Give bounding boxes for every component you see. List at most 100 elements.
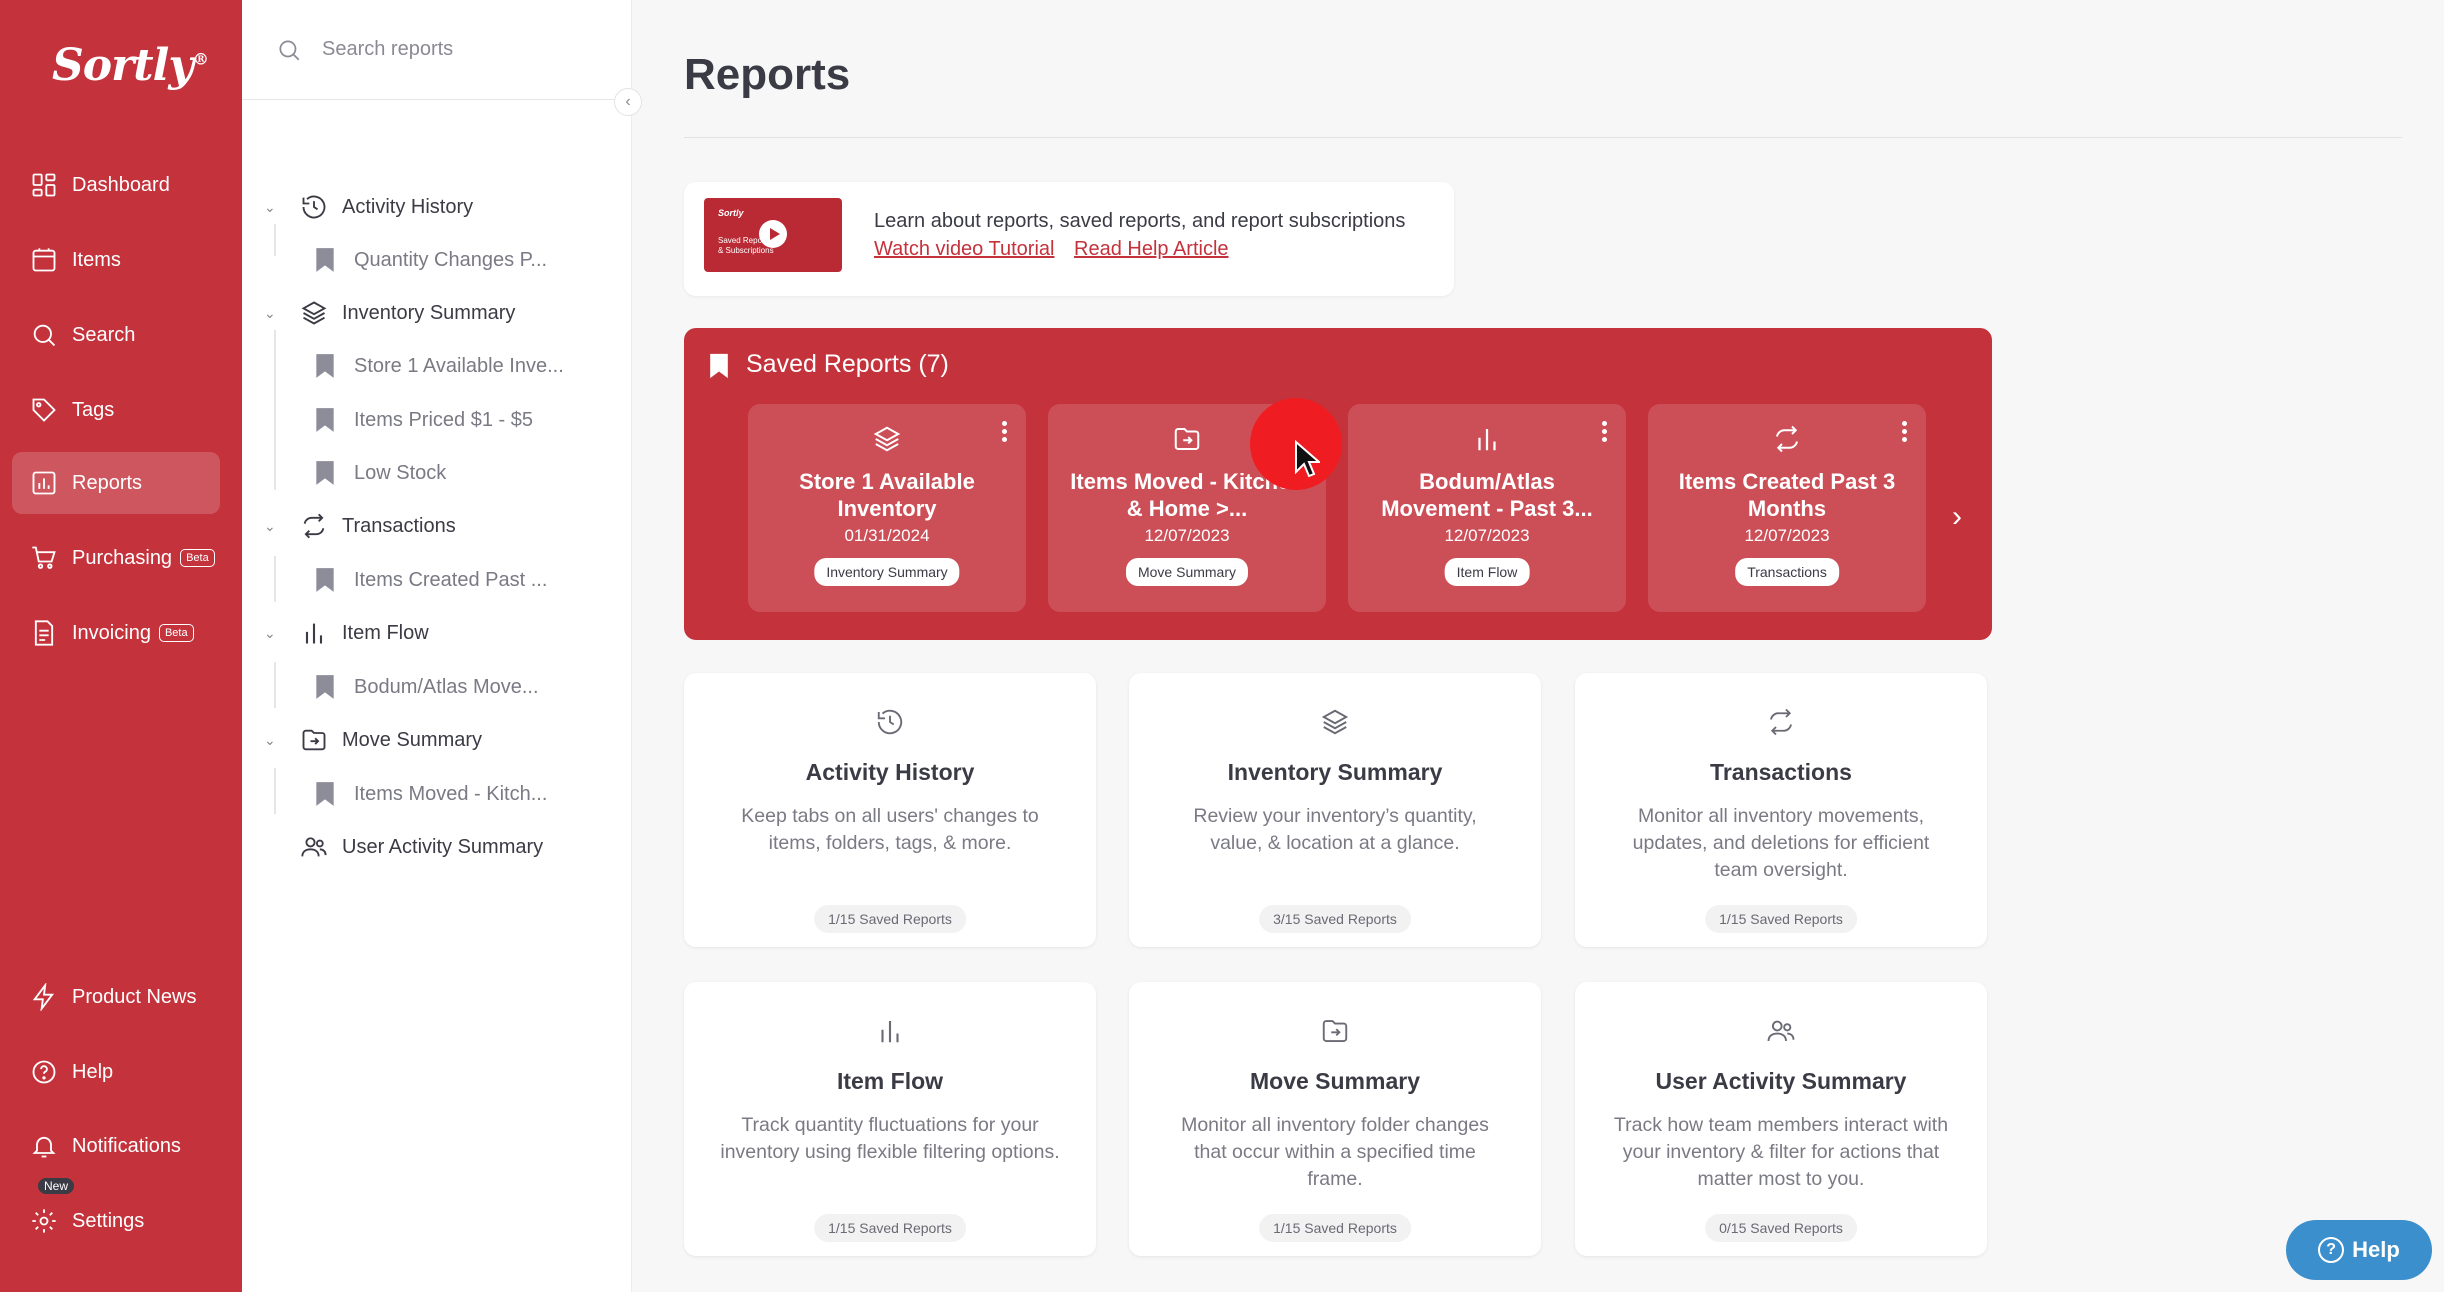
dashboard-icon (32, 173, 56, 197)
read-help-article-link[interactable]: Read Help Article (1074, 238, 1229, 260)
layers-icon (873, 426, 901, 452)
chevron-down-icon[interactable]: ⌄ (264, 518, 286, 535)
video-thumbnail[interactable]: Sortly Saved Reports & Subscriptions (704, 198, 842, 272)
nav-item-help[interactable]: Help (12, 1041, 220, 1103)
saved-report-name: Items Created Past 3 Months (1678, 469, 1896, 521)
collapse-sidebar-button[interactable]: ‹ (614, 88, 642, 116)
report-card-description: Keep tabs on all users' changes to items… (741, 805, 1039, 854)
saved-reports-heading: Saved Reports (7) (746, 350, 949, 378)
tree-group-user-activity-summary[interactable]: User Activity Summary (300, 833, 543, 861)
nav-item-tags[interactable]: Tags (12, 379, 220, 441)
beta-badge: Beta (180, 549, 215, 567)
help-button-label: Help (2352, 1237, 2400, 1262)
sortly-logo[interactable]: Sortly® (52, 40, 209, 91)
chevron-down-icon[interactable]: ⌄ (264, 732, 286, 749)
chevron-down-icon[interactable]: ⌄ (264, 625, 286, 642)
tree-item-saved-report[interactable]: Items Moved - Kitch... (314, 781, 547, 807)
beta-badge: Beta (158, 624, 194, 642)
transactions-icon (1776, 425, 1798, 453)
tree-group-label: Item Flow (342, 621, 429, 644)
more-options-icon[interactable] (1902, 418, 1908, 445)
reports-icon (32, 471, 56, 495)
tree-guide (274, 662, 276, 708)
nav-label: Items (72, 248, 121, 271)
saved-count-badge: 1/15 Saved Reports (1705, 905, 1857, 933)
nav-item-notifications[interactable]: Notifications (12, 1115, 220, 1177)
bar-chart-icon (1478, 429, 1496, 451)
help-icon (32, 1060, 56, 1084)
page-title: Reports (684, 50, 851, 99)
report-card-title: Activity History (805, 759, 975, 785)
saved-report-type-tag: Item Flow (1444, 558, 1530, 586)
tree-item-saved-report[interactable]: Quantity Changes P... (314, 247, 547, 273)
chevron-down-icon[interactable]: ⌄ (264, 199, 286, 216)
nav-item-dashboard[interactable]: Dashboard (12, 154, 220, 216)
nav-label: Notifications (72, 1134, 181, 1157)
report-card-title: Inventory Summary (1227, 759, 1443, 785)
gear-icon (32, 1209, 56, 1233)
tag-icon (32, 398, 56, 422)
nav-item-search[interactable]: Search (12, 304, 220, 366)
report-card-activity-history[interactable]: Activity History Keep tabs on all users'… (684, 673, 1096, 947)
more-options-icon[interactable] (1602, 418, 1608, 445)
tree-item-saved-report[interactable]: Items Created Past ... (314, 567, 547, 593)
saved-count-badge: 1/15 Saved Reports (1259, 1214, 1411, 1242)
bookmark-icon (316, 782, 334, 806)
tree-item-label: Low Stock (354, 461, 447, 484)
play-icon[interactable] (759, 220, 787, 248)
tree-item-label: Items Moved - Kitch... (354, 782, 548, 805)
tree-item-saved-report[interactable]: Bodum/Atlas Move... (314, 674, 539, 700)
tree-group-label: User Activity Summary (342, 835, 544, 858)
nav-item-invoicing[interactable]: Invoicing Beta (12, 602, 220, 664)
saved-count-badge: 0/15 Saved Reports (1705, 1214, 1857, 1242)
tree-group-label: Inventory Summary (342, 301, 516, 324)
chevron-right-icon[interactable]: › (1952, 500, 1962, 534)
watch-video-link[interactable]: Watch video Tutorial (874, 238, 1054, 260)
saved-report-card[interactable]: Bodum/Atlas Movement - Past 3... 12/07/2… (1348, 404, 1626, 612)
nav-item-product-news[interactable]: Product News (12, 966, 220, 1028)
thumbnail-brand: Sortly (718, 208, 744, 218)
report-card-user-activity-summary[interactable]: User Activity Summary Track how team mem… (1575, 982, 1987, 1256)
items-icon (32, 248, 56, 272)
report-card-transactions[interactable]: Transactions Monitor all inventory movem… (1575, 673, 1987, 947)
nav-item-settings[interactable]: Settings New (12, 1178, 220, 1252)
invoice-icon (34, 620, 54, 646)
bar-chart-icon (305, 623, 323, 644)
move-icon (1322, 1020, 1348, 1042)
tree-group-inventory-summary[interactable]: ⌄ Inventory Summary (264, 299, 515, 327)
layers-icon (301, 301, 327, 325)
report-card-item-flow[interactable]: Item Flow Track quantity fluctuations fo… (684, 982, 1096, 1256)
nav-item-purchasing[interactable]: Purchasing Beta (12, 527, 220, 589)
saved-report-date: 12/07/2023 (1144, 526, 1230, 545)
tutorial-banner: Sortly Saved Reports & Subscriptions Lea… (684, 182, 1454, 296)
tree-item-saved-report[interactable]: Store 1 Available Inve... (314, 353, 564, 379)
tree-search-bar (242, 0, 632, 100)
tree-group-move-summary[interactable]: ⌄ Move Summary (264, 726, 482, 754)
tree-group-label: Transactions (342, 514, 456, 537)
nav-label: Purchasing (72, 546, 173, 569)
help-chat-button[interactable]: ? Help (2286, 1220, 2432, 1280)
nav-item-reports[interactable]: Reports (12, 452, 220, 514)
chevron-down-icon[interactable]: ⌄ (264, 305, 286, 322)
saved-report-type-tag: Transactions (1735, 558, 1839, 586)
tree-group-item-flow[interactable]: ⌄ Item Flow (264, 619, 429, 647)
report-card-title: User Activity Summary (1655, 1068, 1907, 1094)
bookmark-icon (710, 353, 728, 379)
tree-item-saved-report[interactable]: Items Priced $1 - $5 (314, 407, 533, 433)
report-card-inventory-summary[interactable]: Inventory Summary Review your inventory’… (1129, 673, 1541, 947)
nav-label: Dashboard (72, 173, 170, 196)
tree-item-saved-report[interactable]: Low Stock (314, 460, 446, 486)
saved-report-card[interactable]: Items Created Past 3 Months 12/07/2023 T… (1648, 404, 1926, 612)
transactions-icon (303, 513, 325, 539)
tree-group-transactions[interactable]: ⌄ Transactions (264, 512, 456, 540)
bar-chart-icon (881, 1021, 899, 1043)
saved-report-card[interactable]: Store 1 Available Inventory 01/31/2024 I… (748, 404, 1026, 612)
tree-guide (274, 556, 276, 602)
report-card-move-summary[interactable]: Move Summary Monitor all inventory folde… (1129, 982, 1541, 1256)
search-reports-input[interactable] (322, 38, 602, 61)
nav-item-items[interactable]: Items (12, 229, 220, 291)
bookmark-icon (316, 248, 334, 272)
tree-group-activity-history[interactable]: ⌄ Activity History (264, 193, 473, 221)
more-options-icon[interactable] (1002, 418, 1008, 445)
bolt-icon (32, 983, 55, 1011)
